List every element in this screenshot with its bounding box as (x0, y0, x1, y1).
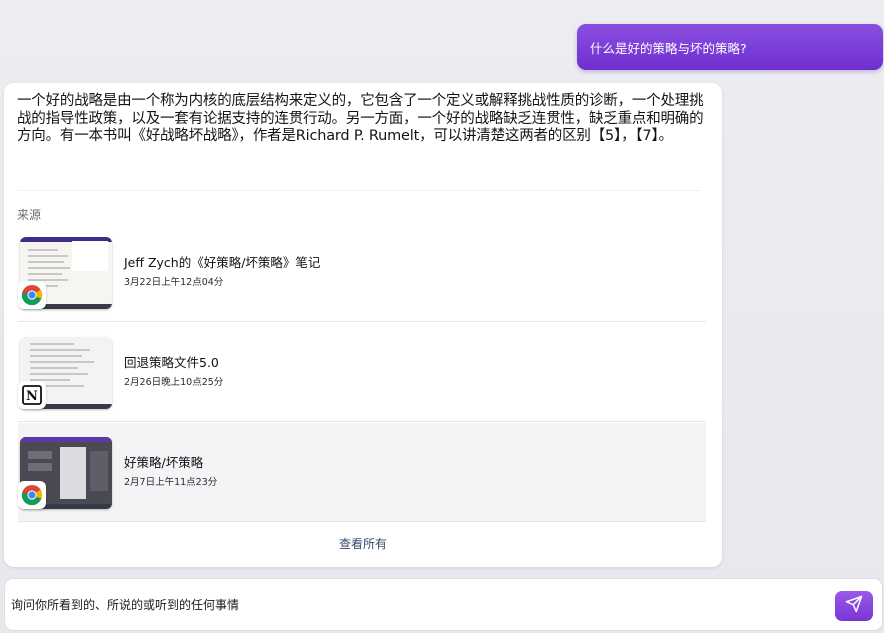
user-message-bubble: 什么是好的策略与坏的策略? (577, 24, 883, 70)
sources-label: 来源 (17, 208, 42, 222)
answer-card: 一个好的战略是由一个称为内核的底层结构来定义的，它包含了一个定义或解释挑战性质的… (4, 83, 722, 567)
source-item[interactable]: 好策略/坏策略 2月7日上午11点23分 (18, 423, 706, 522)
notion-icon: N (18, 381, 46, 409)
user-message-text: 什么是好的策略与坏的策略? (590, 40, 747, 56)
chat-input-bar (4, 578, 883, 631)
send-icon (845, 595, 863, 617)
source-title: 好策略/坏策略 (124, 455, 204, 470)
svg-text:N: N (26, 389, 38, 404)
chrome-icon (18, 481, 46, 509)
source-date: 3月22日上午12点04分 (124, 277, 224, 288)
source-title: 回退策略文件5.0 (124, 355, 219, 370)
source-item[interactable]: Jeff Zych的《好策略/坏策略》笔记 3月22日上午12点04分 (18, 223, 706, 322)
source-title: Jeff Zych的《好策略/坏策略》笔记 (124, 255, 321, 270)
source-date: 2月7日上午11点23分 (124, 477, 218, 488)
chat-input[interactable] (11, 593, 811, 617)
source-item[interactable]: N 回退策略文件5.0 2月26日晚上10点25分 (18, 323, 706, 422)
chrome-icon (18, 281, 46, 309)
answer-text: 一个好的战略是由一个称为内核的底层结构来定义的，它包含了一个定义或解释挑战性质的… (17, 93, 704, 144)
view-all-link[interactable]: 查看所有 (4, 535, 722, 552)
source-date: 2月26日晚上10点25分 (124, 377, 224, 388)
view-all-label[interactable]: 查看所有 (339, 537, 387, 551)
divider (17, 179, 701, 191)
send-button[interactable] (835, 591, 873, 621)
